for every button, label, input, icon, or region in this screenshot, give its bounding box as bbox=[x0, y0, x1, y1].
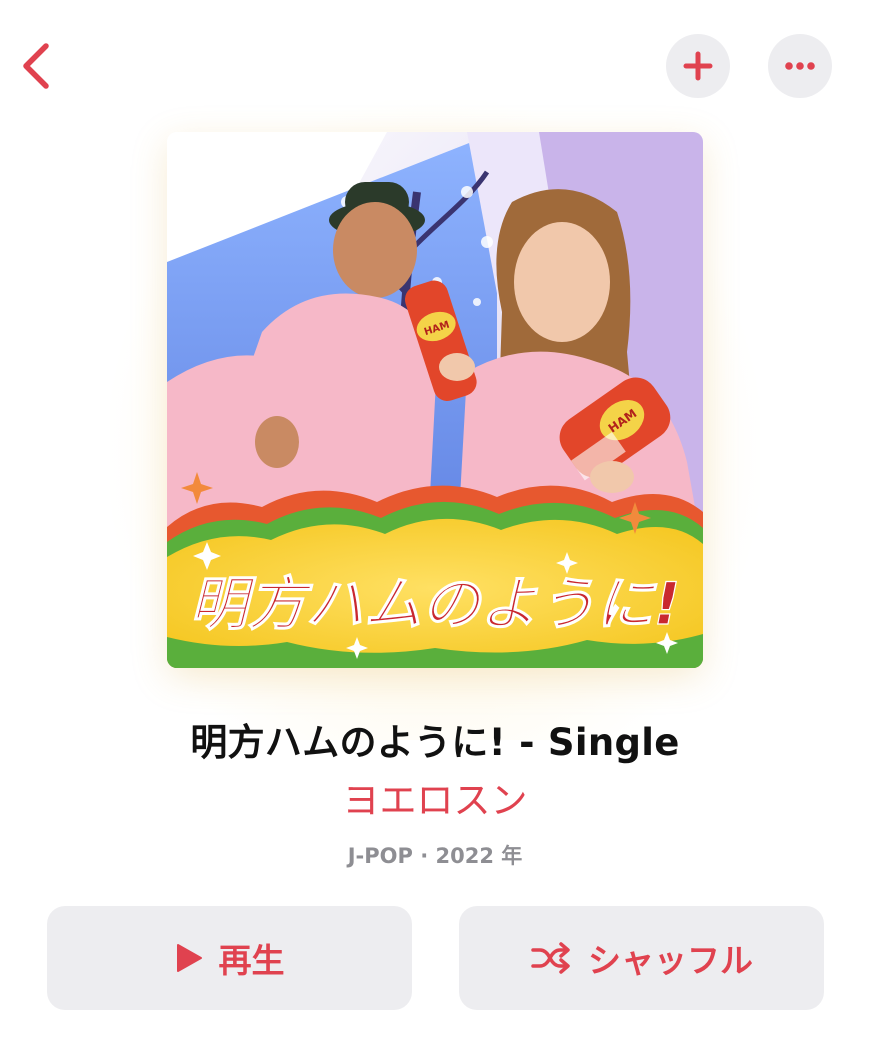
play-label: 再生 bbox=[218, 941, 285, 980]
back-button[interactable] bbox=[16, 40, 56, 92]
album-genre-year: J-POP · 2022 年 bbox=[347, 844, 523, 868]
shuffle-button[interactable]: シャッフル bbox=[459, 906, 824, 1010]
shuffle-icon bbox=[531, 942, 570, 974]
artist-name-link[interactable]: ヨエロスン bbox=[0, 770, 870, 824]
play-icon bbox=[176, 944, 202, 972]
plus-icon bbox=[683, 51, 713, 81]
ellipsis-icon bbox=[785, 62, 815, 70]
album-title: 明方ハムのように! - Single bbox=[190, 721, 680, 764]
album-artwork: HAM HAM 明方ハムのように! bbox=[167, 132, 703, 668]
play-button[interactable]: 再生 bbox=[47, 906, 412, 1010]
shuffle-label: シャッフル bbox=[588, 941, 753, 980]
more-options-button[interactable] bbox=[768, 34, 832, 98]
add-to-library-button[interactable] bbox=[666, 34, 730, 98]
svg-text:明方ハムのように!: 明方ハムのように! bbox=[190, 570, 680, 638]
chevron-left-icon bbox=[23, 43, 49, 89]
